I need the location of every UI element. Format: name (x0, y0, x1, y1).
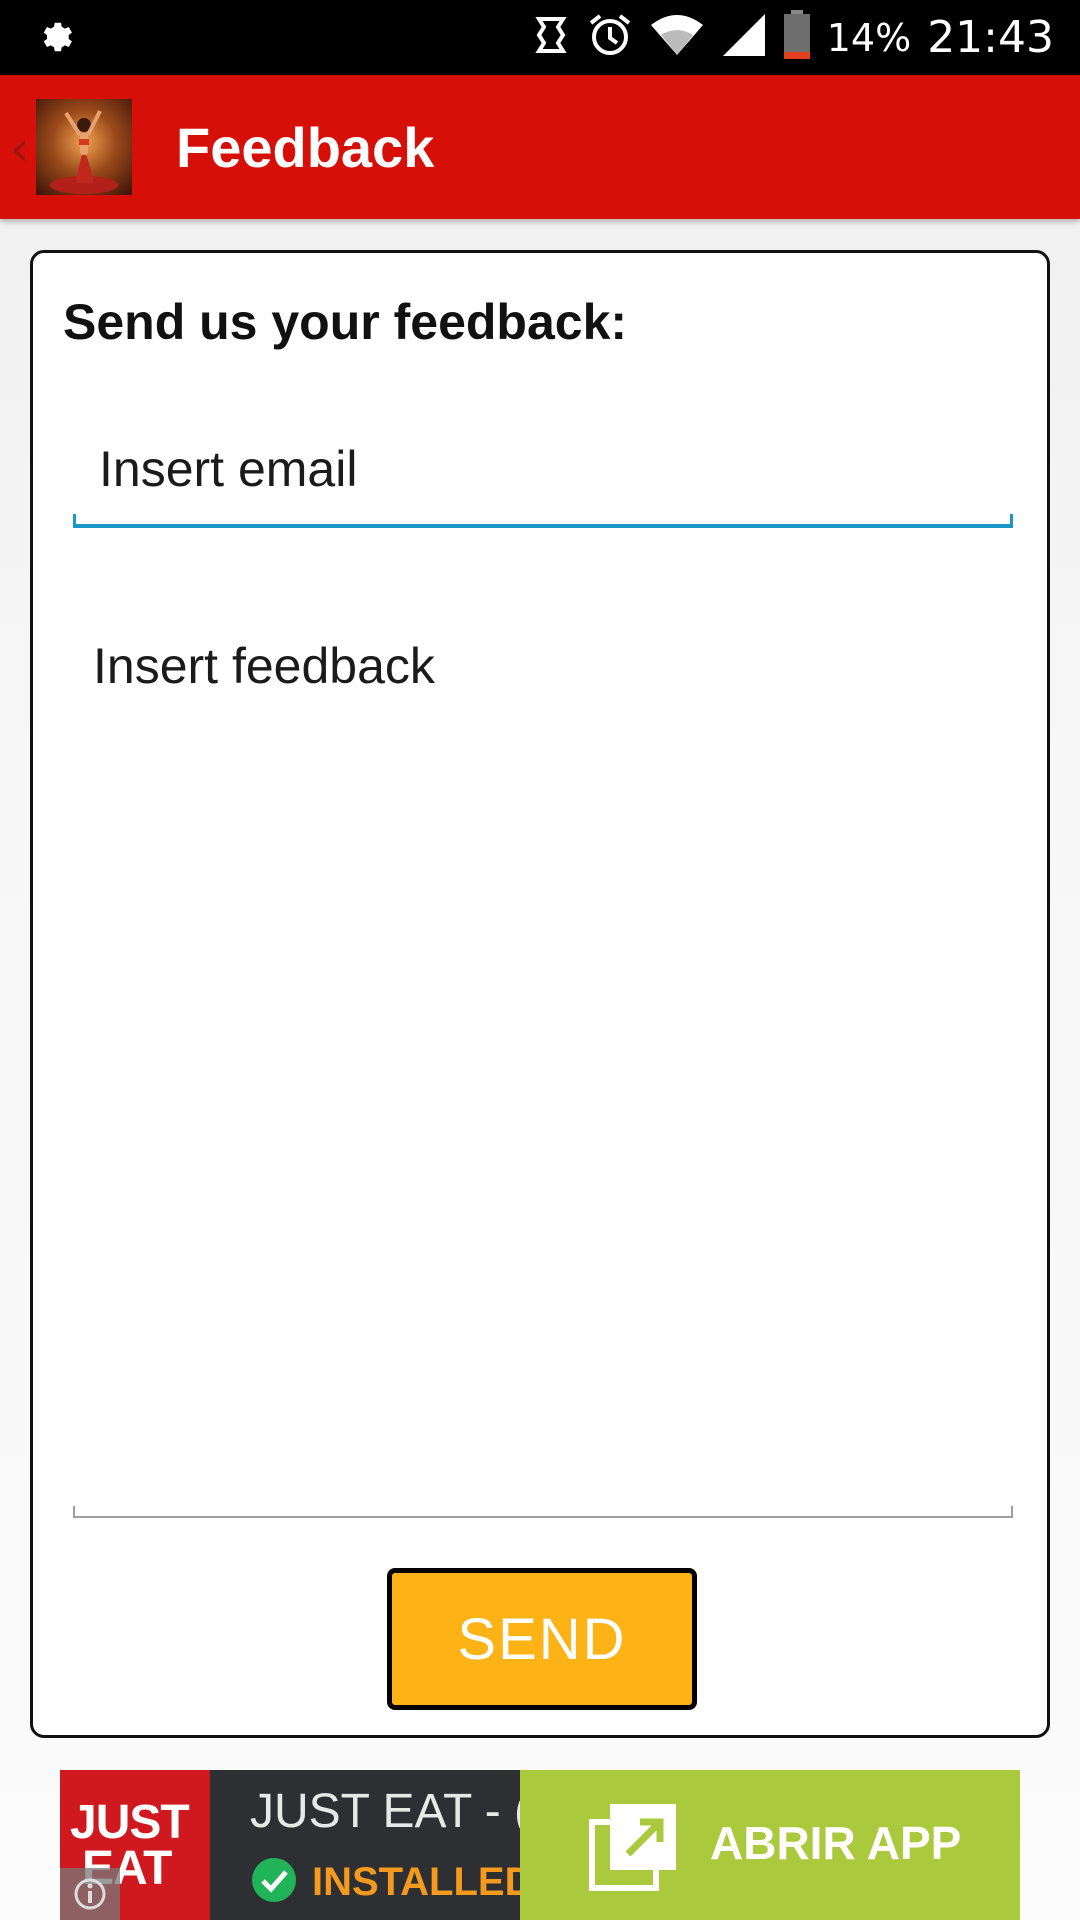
feedback-card: Send us your feedback: Insert email Inse… (30, 250, 1050, 1738)
open-app-label: ABRIR APP (710, 1817, 962, 1869)
wifi-icon (649, 13, 705, 62)
app-logo[interactable] (36, 99, 132, 195)
ad-banner[interactable]: JUST EAT JUST EAT - ( INSTALLED ABRIR AP… (60, 1770, 1020, 1920)
feedback-textarea[interactable]: Insert feedback (73, 613, 1013, 1518)
app-bar: ‹ Feedback (0, 75, 1080, 219)
page-title: Feedback (176, 116, 435, 179)
email-placeholder: Insert email (99, 441, 358, 497)
form-heading: Send us your feedback: (63, 294, 628, 350)
battery-icon (783, 10, 811, 65)
check-circle-icon (250, 1856, 298, 1909)
open-app-button[interactable]: ABRIR APP (520, 1770, 1020, 1920)
send-button[interactable]: SEND (387, 1568, 697, 1710)
ad-installed-label: INSTALLED (312, 1860, 520, 1904)
signal-icon (721, 12, 767, 63)
battery-percent: 14% (826, 15, 912, 60)
alarm-icon (587, 12, 633, 63)
status-icons: 14% 21:43 (531, 0, 1054, 75)
feedback-placeholder: Insert feedback (93, 638, 435, 694)
open-external-icon (588, 1800, 680, 1897)
clock: 21:43 (927, 12, 1054, 63)
ad-app-name: JUST EAT - ( (250, 1785, 520, 1838)
info-icon[interactable] (60, 1868, 120, 1920)
back-chevron-icon[interactable]: ‹ (10, 121, 29, 177)
ad-app-info[interactable]: JUST EAT - ( INSTALLED (210, 1770, 520, 1920)
ad-logo-line1: JUST (70, 1796, 190, 1849)
status-bar: 14% 21:43 (0, 0, 1080, 75)
sync-icon (531, 13, 571, 62)
feedback-screen: 14% 21:43 ‹ Feedback Send us your feedba… (0, 0, 1080, 1920)
email-field[interactable]: Insert email (73, 418, 1013, 528)
ad-logo[interactable]: JUST EAT (60, 1770, 210, 1920)
settings-gear-icon (36, 18, 74, 61)
ad-installed-status: INSTALLED (250, 1856, 520, 1909)
